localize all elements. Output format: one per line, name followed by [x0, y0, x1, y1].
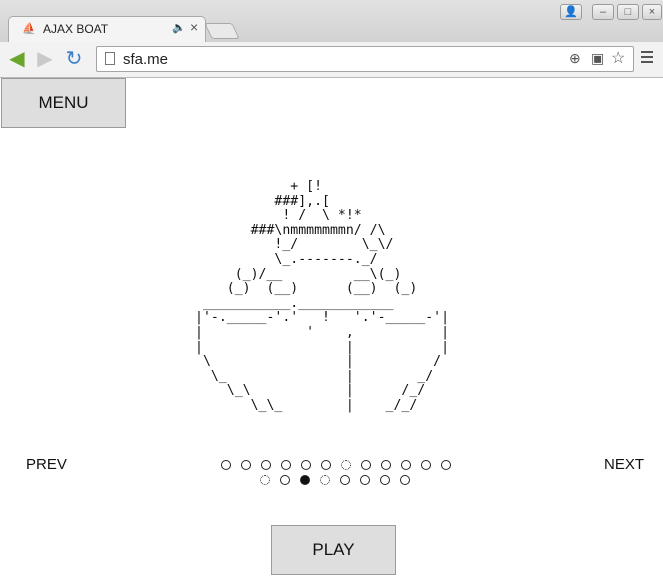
- carousel-dot[interactable]: [441, 460, 451, 470]
- close-tab-icon[interactable]: ×: [190, 19, 198, 35]
- carousel-dot[interactable]: [401, 460, 411, 470]
- carousel-dot[interactable]: [381, 460, 391, 470]
- carousel-dot[interactable]: [361, 460, 371, 470]
- address-bar[interactable]: sfa.me ⊕ ▣ ☆: [96, 46, 634, 72]
- tab-title: AJAX BOAT: [43, 22, 109, 36]
- carousel-dot[interactable]: [241, 460, 251, 470]
- minimize-icon[interactable]: –: [592, 4, 614, 20]
- zoom-icon[interactable]: ⊕: [569, 50, 581, 67]
- close-window-icon[interactable]: ×: [642, 4, 662, 20]
- carousel-dot[interactable]: [301, 460, 311, 470]
- reload-icon[interactable]: ↻: [63, 48, 85, 70]
- browser-toolbar: ◀ ▶ ↻ sfa.me ⊕ ▣ ☆: [0, 42, 663, 78]
- carousel-dot[interactable]: [280, 475, 290, 485]
- carousel-dot[interactable]: [260, 475, 270, 485]
- browser-menu-icon[interactable]: [641, 51, 653, 65]
- maximize-icon[interactable]: □: [617, 4, 639, 20]
- back-arrow-icon[interactable]: ◀: [6, 48, 28, 70]
- browser-chrome: ⛵ AJAX BOAT 🔈 × 👤 – □ × ◀ ▶ ↻ sfa.me ⊕ ▣…: [0, 0, 663, 78]
- boat-favicon-icon: ⛵: [22, 23, 36, 35]
- carousel-dot[interactable]: [261, 460, 271, 470]
- carousel-dot[interactable]: [341, 460, 351, 470]
- prev-button[interactable]: PREV: [26, 456, 67, 473]
- tab-strip: ⛵ AJAX BOAT 🔈 × 👤 – □ ×: [0, 0, 663, 42]
- carousel-dot[interactable]: [340, 475, 350, 485]
- browser-tab[interactable]: ⛵ AJAX BOAT 🔈 ×: [8, 16, 206, 42]
- url-text[interactable]: sfa.me: [123, 51, 168, 68]
- carousel-dot[interactable]: [300, 475, 310, 485]
- page-icon: [105, 52, 115, 65]
- new-tab-button[interactable]: [204, 23, 240, 39]
- speaker-icon[interactable]: 🔈: [172, 21, 186, 34]
- carousel-dots-row-1: [221, 460, 451, 470]
- profile-icon[interactable]: 👤: [560, 4, 582, 20]
- translate-icon[interactable]: ▣: [591, 50, 604, 67]
- carousel-dot[interactable]: [360, 475, 370, 485]
- carousel-dot[interactable]: [421, 460, 431, 470]
- carousel-dot[interactable]: [400, 475, 410, 485]
- carousel-dot[interactable]: [380, 475, 390, 485]
- carousel-dots-row-2: [260, 475, 410, 485]
- next-button[interactable]: NEXT: [604, 456, 644, 473]
- carousel-dot[interactable]: [221, 460, 231, 470]
- carousel-dot[interactable]: [281, 460, 291, 470]
- carousel-dot[interactable]: [321, 460, 331, 470]
- bookmark-star-icon[interactable]: ☆: [611, 48, 625, 68]
- carousel-dot[interactable]: [320, 475, 330, 485]
- ascii-boat-art: + [! ###],.[ ! / \ *!* ###\nmmmmmmmn/ /\…: [195, 179, 450, 413]
- play-button[interactable]: PLAY: [271, 525, 396, 575]
- forward-arrow-icon[interactable]: ▶: [34, 48, 56, 70]
- menu-button[interactable]: MENU: [1, 78, 126, 128]
